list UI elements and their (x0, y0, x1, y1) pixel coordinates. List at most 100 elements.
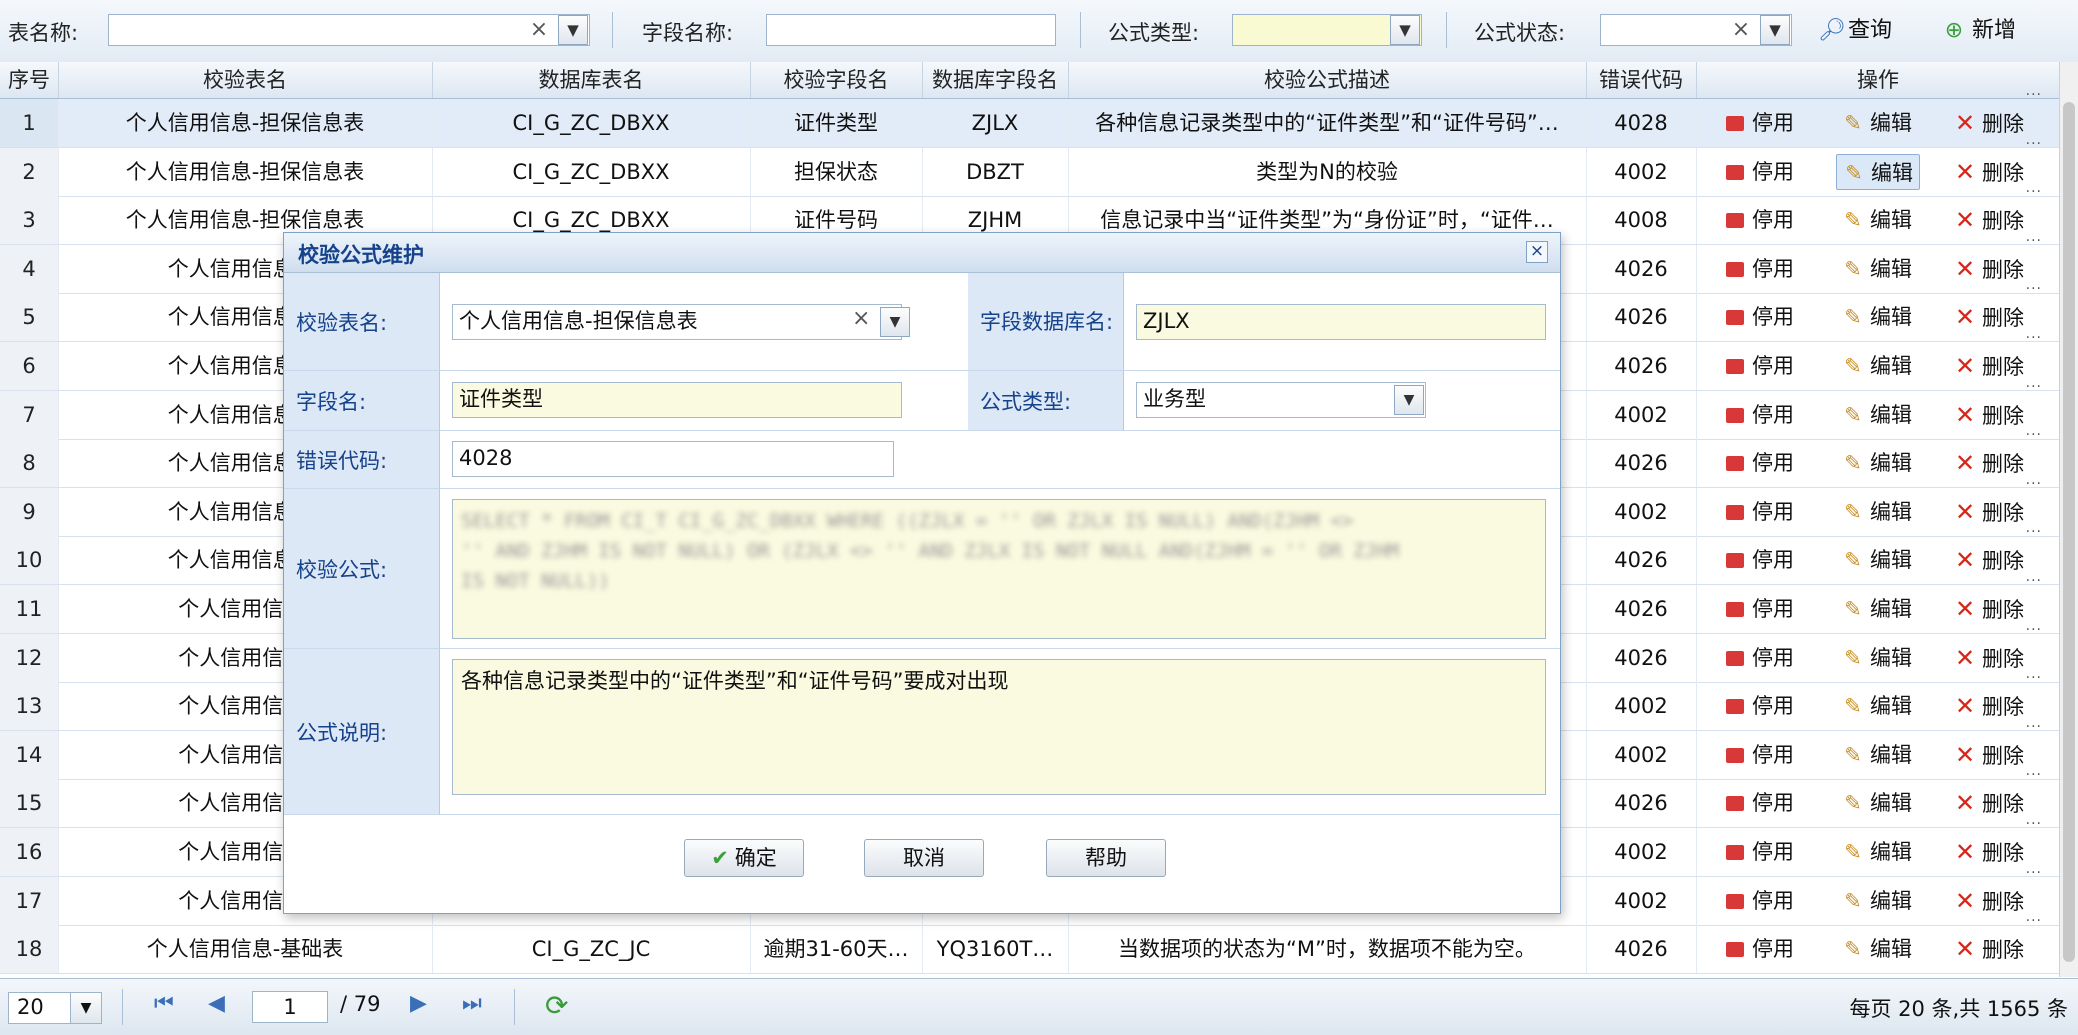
first-page-icon[interactable]: ⏮︎ (154, 991, 174, 1016)
delete-button[interactable]: ✕ 删除 (1948, 154, 2030, 190)
prev-page-icon[interactable]: ◀︎ (208, 991, 225, 1016)
edit-button[interactable]: ✎ 编辑 (1836, 834, 1918, 870)
more-options-icon[interactable]: ··· (2026, 622, 2042, 638)
delete-button[interactable]: ✕ 删除 (1948, 834, 2030, 870)
edit-button[interactable]: ✎ 编辑 (1836, 931, 1918, 967)
delete-button[interactable]: ✕ 删除 (1948, 105, 2030, 141)
formula-status-clear-icon[interactable]: × (1728, 16, 1754, 44)
add-button[interactable]: ⊕ 新增 (1942, 14, 2016, 48)
delete-button[interactable]: ✕ 删除 (1948, 445, 2030, 481)
table-row[interactable]: 18 个人信用信息-基础表 CI_G_ZC_JC 逾期31-60天… YQ3160T… 当… (0, 913, 2060, 975)
stop-button[interactable]: 停用 (1720, 640, 1800, 676)
more-options-icon[interactable]: ··· (2026, 573, 2042, 589)
edit-button[interactable]: ✎ 编辑 (1836, 397, 1918, 433)
more-options-icon[interactable]: ··· (2026, 670, 2042, 686)
delete-button[interactable]: ✕ 删除 (1948, 251, 2030, 287)
more-options-icon[interactable]: ··· (2026, 233, 2042, 249)
more-options-icon[interactable]: ··· (2026, 913, 2042, 929)
stop-button[interactable]: 停用 (1720, 299, 1800, 335)
more-options-icon[interactable]: ··· (2026, 379, 2042, 395)
ok-button[interactable]: ✔ 确定 (684, 839, 804, 877)
next-page-icon[interactable]: ▶︎ (410, 991, 427, 1016)
more-options-icon[interactable]: ··· (2026, 816, 2042, 832)
stop-button[interactable]: 停用 (1720, 202, 1800, 238)
page-size-select[interactable]: 20 ▼ (8, 992, 102, 1024)
more-options-icon[interactable]: ··· (2026, 184, 2042, 200)
current-page-input[interactable]: 1 (252, 991, 328, 1023)
table-name-combo[interactable]: 个人信用信息-担保信息表 (452, 304, 902, 340)
formula-type-combo[interactable]: 业务型 (1136, 382, 1426, 418)
table-row[interactable]: 1 个人信用信息-担保信息表 CI_G_ZC_DBXX 证件类型 ZJLX 各种信息记录类… (0, 87, 2060, 148)
delete-button[interactable]: ✕ 删除 (1948, 348, 2030, 384)
delete-button[interactable]: ✕ 删除 (1948, 688, 2030, 724)
edit-button[interactable]: ✎ 编辑 (1836, 785, 1918, 821)
stop-button[interactable]: 停用 (1720, 542, 1800, 578)
stop-button[interactable]: 停用 (1720, 348, 1800, 384)
stop-button[interactable]: 停用 (1720, 445, 1800, 481)
help-button[interactable]: 帮助 (1046, 839, 1166, 877)
stop-button[interactable]: 停用 (1720, 834, 1800, 870)
delete-button[interactable]: ✕ 删除 (1948, 494, 2030, 530)
stop-button[interactable]: 停用 (1720, 931, 1800, 967)
edit-button[interactable]: ✎ 编辑 (1836, 688, 1918, 724)
table-name-clear-icon[interactable]: × (852, 306, 870, 331)
table-name-clear-icon[interactable]: × (526, 16, 552, 44)
more-options-icon[interactable]: ··· (2026, 427, 2042, 443)
stop-button[interactable]: 停用 (1720, 251, 1800, 287)
stop-button[interactable]: 停用 (1720, 883, 1800, 919)
edit-button[interactable]: ✎ 编辑 (1836, 202, 1918, 238)
more-options-icon[interactable]: ··· (2026, 136, 2042, 152)
stop-button[interactable]: 停用 (1720, 785, 1800, 821)
stop-button[interactable]: 停用 (1720, 105, 1800, 141)
edit-button[interactable]: ✎ 编辑 (1836, 591, 1918, 627)
more-options-icon[interactable]: ··· (2026, 87, 2042, 103)
grid-scrollbar[interactable] (2059, 62, 2078, 977)
edit-button[interactable]: ✎ 编辑 (1836, 494, 1918, 530)
formula-textarea[interactable]: SELECT * FROM CI_T CI_G_ZC_DBXX WHERE ((… (452, 499, 1546, 639)
edit-button[interactable]: ✎ 编辑 (1836, 348, 1918, 384)
stop-button[interactable]: 停用 (1720, 688, 1800, 724)
delete-button[interactable]: ✕ 删除 (1948, 299, 2030, 335)
table-row[interactable]: 2 个人信用信息-担保信息表 CI_G_ZC_DBXX 担保状态 DBZT 类型为N的校验… (0, 136, 2060, 197)
edit-button[interactable]: ✎ 编辑 (1836, 299, 1918, 335)
table-name-dropdown-icon[interactable]: ▼ (880, 307, 910, 337)
header-error-code[interactable]: 错误代码 (1586, 62, 1697, 98)
table-name-filter-input[interactable] (108, 14, 590, 46)
header-db-table-name[interactable]: 数据库表名 (432, 62, 751, 98)
stop-button[interactable]: 停用 (1720, 397, 1800, 433)
delete-button[interactable]: ✕ 删除 (1948, 737, 2030, 773)
edit-button[interactable]: ✎ 编辑 (1836, 737, 1918, 773)
delete-button[interactable]: ✕ 删除 (1948, 397, 2030, 433)
edit-button[interactable]: ✎ 编辑 (1836, 105, 1918, 141)
stop-button[interactable]: 停用 (1720, 154, 1800, 190)
header-formula-desc[interactable]: 校验公式描述 (1068, 62, 1587, 98)
more-options-icon[interactable]: ··· (2026, 719, 2042, 735)
more-options-icon[interactable]: ··· (2026, 524, 2042, 540)
delete-button[interactable]: ✕ 删除 (1948, 883, 2030, 919)
more-options-icon[interactable]: ··· (2026, 476, 2042, 492)
edit-button[interactable]: ✎ 编辑 (1836, 445, 1918, 481)
formula-type-dropdown-icon[interactable]: ▼ (1394, 385, 1424, 415)
query-button[interactable]: 🔎︎查询 (1818, 14, 1892, 48)
delete-button[interactable]: ✕ 删除 (1948, 591, 2030, 627)
field-name-filter-input[interactable] (766, 14, 1056, 46)
stop-button[interactable]: 停用 (1720, 494, 1800, 530)
delete-button[interactable]: ✕ 删除 (1948, 931, 2030, 967)
edit-button[interactable]: ✎ 编辑 (1836, 251, 1918, 287)
db-field-input[interactable]: ZJLX (1136, 304, 1546, 340)
header-db-field-name[interactable]: 数据库字段名 (922, 62, 1069, 98)
error-code-input[interactable]: 4028 (452, 441, 894, 477)
formula-status-dropdown-icon[interactable]: ▼ (1760, 15, 1790, 45)
delete-button[interactable]: ✕ 删除 (1948, 640, 2030, 676)
more-options-icon[interactable]: ··· (2026, 330, 2042, 346)
scrollbar-thumb[interactable] (2063, 102, 2075, 962)
desc-textarea[interactable]: 各种信息记录类型中的“证件类型”和“证件号码”要成对出现 (452, 659, 1546, 795)
header-table-name[interactable]: 校验表名 (58, 62, 433, 98)
more-options-icon[interactable]: ··· (2026, 865, 2042, 881)
dialog-titlebar[interactable]: 校验公式维护 × (284, 233, 1560, 273)
close-icon[interactable]: × (1526, 241, 1548, 263)
header-field-name[interactable]: 校验字段名 (750, 62, 923, 98)
more-options-icon[interactable]: ··· (2026, 767, 2042, 783)
last-page-icon[interactable]: ⏭︎ (462, 991, 482, 1016)
delete-button[interactable]: ✕ 删除 (1948, 202, 2030, 238)
